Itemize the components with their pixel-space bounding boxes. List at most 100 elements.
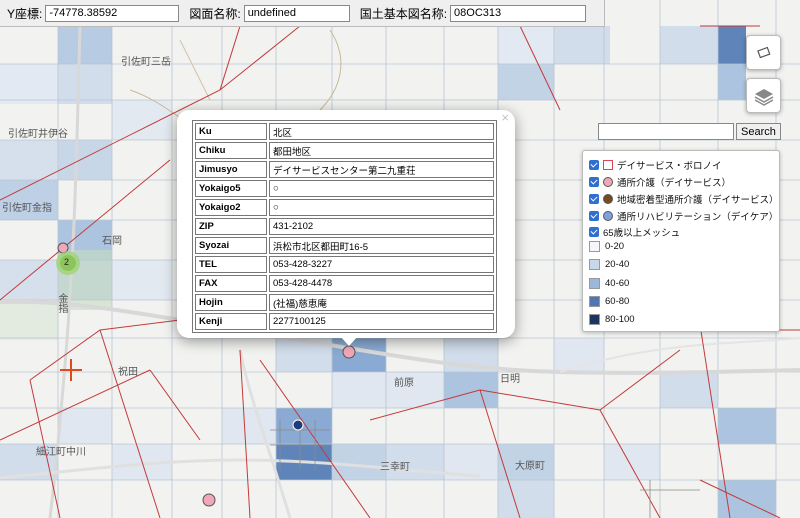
table-row: Kenji 2277100125 bbox=[195, 313, 494, 330]
map-label: 細江町中川 bbox=[36, 447, 86, 458]
field-key: ZIP bbox=[195, 218, 267, 235]
legend-checkbox[interactable] bbox=[589, 177, 599, 187]
field-value: 浜松市北区都田町16-5 bbox=[269, 237, 494, 254]
map-label: 引佐町金指 bbox=[2, 203, 52, 214]
map-name-input[interactable] bbox=[243, 4, 350, 22]
legend-label: デイサービス・ボロノイ bbox=[617, 161, 722, 172]
table-row: ZIP 431-2102 bbox=[195, 218, 494, 235]
legend-class-label: 80-100 bbox=[605, 314, 635, 325]
y-coord-input[interactable] bbox=[45, 4, 180, 22]
layer-legend: デイサービス・ボロノイ 通所介護（デイサービス） 地域密着型通所介護（デイサービ… bbox=[582, 150, 780, 332]
field-value: デイサービスセンター第二九重荘 bbox=[269, 161, 494, 178]
base-map-label: 国土基本図名称: bbox=[359, 6, 448, 21]
legend-class: 20-40 bbox=[589, 259, 629, 270]
table-row: Jimusyo デイサービスセンター第二九重荘 bbox=[195, 161, 494, 178]
field-value: 431-2102 bbox=[269, 218, 494, 235]
y-coord-label: Y座標: bbox=[7, 6, 43, 21]
field-key: Kenji bbox=[195, 313, 267, 330]
field-value: 北区 bbox=[269, 123, 494, 140]
legend-label: 通所リハビリテーション（デイケア） bbox=[617, 212, 779, 223]
map-label: 石岡 bbox=[102, 236, 122, 247]
field-key: Hojin bbox=[195, 294, 267, 311]
dayservice-marker[interactable] bbox=[342, 345, 356, 359]
field-value: ○ bbox=[269, 199, 494, 216]
field-value: 2277100125 bbox=[269, 313, 494, 330]
legend-checkbox[interactable] bbox=[589, 160, 599, 170]
field-key: Syozai bbox=[195, 237, 267, 254]
info-popup: × Ku 北区 Chiku 都田地区 Jimusyo デイサービスセンター第二九重荘 Yok… bbox=[177, 110, 515, 338]
close-icon[interactable]: × bbox=[501, 110, 509, 125]
legend-class-label: 0-20 bbox=[605, 241, 625, 252]
legend-label: 通所介護（デイサービス） bbox=[617, 178, 732, 189]
field-key: Ku bbox=[195, 123, 267, 140]
field-value: ○ bbox=[269, 180, 494, 197]
field-key: Yokaigo2 bbox=[195, 199, 267, 216]
map-label: 三幸町 bbox=[380, 462, 410, 473]
table-row: Yokaigo5 ○ bbox=[195, 180, 494, 197]
blue-circle-icon bbox=[603, 211, 613, 221]
class-swatch bbox=[589, 241, 600, 252]
legend-item-chiiki[interactable]: 地域密着型通所介護（デイサービス） bbox=[589, 192, 779, 206]
info-table: Ku 北区 Chiku 都田地区 Jimusyo デイサービスセンター第二九重荘 Yokai… bbox=[192, 120, 497, 333]
table-row: Yokaigo2 ○ bbox=[195, 199, 494, 216]
table-row: Syozai 浜松市北区都田町16-5 bbox=[195, 237, 494, 254]
class-swatch bbox=[589, 314, 600, 325]
legend-class: 60-80 bbox=[589, 296, 629, 307]
coordinate-bar: Y座標: 図面名称: 国土基本図名称: bbox=[0, 0, 605, 27]
table-row: TEL 053-428-3227 bbox=[195, 256, 494, 273]
map-label: 金指 bbox=[56, 293, 67, 313]
table-row: Chiku 都田地区 bbox=[195, 142, 494, 159]
legend-class-label: 40-60 bbox=[605, 278, 630, 289]
brown-circle-icon bbox=[603, 194, 613, 204]
field-key: TEL bbox=[195, 256, 267, 273]
search-button[interactable]: Search bbox=[736, 123, 781, 140]
legend-item-mesh[interactable]: 65歳以上メッシュ bbox=[589, 225, 680, 239]
map-label: 前原 bbox=[394, 378, 414, 389]
class-swatch bbox=[589, 296, 600, 307]
legend-checkbox[interactable] bbox=[589, 211, 599, 221]
legend-item-voronoi[interactable]: デイサービス・ボロノイ bbox=[589, 158, 722, 172]
field-key: Chiku bbox=[195, 142, 267, 159]
legend-class-label: 60-80 bbox=[605, 296, 630, 307]
legend-label: 65歳以上メッシュ bbox=[603, 228, 681, 239]
layers-button[interactable] bbox=[746, 78, 781, 113]
search-input[interactable] bbox=[598, 123, 734, 140]
field-value: 053-428-4478 bbox=[269, 275, 494, 292]
legend-class-label: 20-40 bbox=[605, 259, 630, 270]
ruler-button[interactable] bbox=[746, 35, 781, 70]
legend-class: 80-100 bbox=[589, 314, 635, 325]
dayservice-marker[interactable] bbox=[202, 493, 216, 507]
legend-label: 地域密着型通所介護（デイサービス） bbox=[617, 195, 779, 206]
table-row: Ku 北区 bbox=[195, 123, 494, 140]
map-label: 大原町 bbox=[515, 461, 545, 472]
pink-circle-icon bbox=[603, 177, 613, 187]
legend-class: 40-60 bbox=[589, 278, 629, 289]
search-box: Search bbox=[598, 123, 781, 140]
legend-class: 0-20 bbox=[589, 241, 624, 252]
legend-checkbox[interactable] bbox=[589, 194, 599, 204]
field-key: Yokaigo5 bbox=[195, 180, 267, 197]
legend-item-rehab[interactable]: 通所リハビリテーション（デイケア） bbox=[589, 209, 778, 223]
field-key: FAX bbox=[195, 275, 267, 292]
map-label: 日明 bbox=[500, 374, 520, 385]
dayservice-marker[interactable] bbox=[292, 419, 304, 431]
base-map-input[interactable] bbox=[450, 4, 587, 22]
popup-tip bbox=[340, 336, 358, 346]
map-label: 引佐町三岳 bbox=[121, 57, 171, 68]
ruler-icon bbox=[756, 46, 770, 58]
map-label: 引佐町井伊谷 bbox=[8, 129, 68, 140]
square-outline-icon bbox=[603, 160, 613, 170]
legend-checkbox[interactable] bbox=[589, 227, 599, 237]
legend-item-tsusho[interactable]: 通所介護（デイサービス） bbox=[589, 175, 731, 189]
map-name-label: 図面名称: bbox=[189, 6, 241, 21]
class-swatch bbox=[589, 259, 600, 270]
field-key: Jimusyo bbox=[195, 161, 267, 178]
map-label: 祝田 bbox=[118, 367, 138, 378]
cluster-count: 2 bbox=[64, 257, 70, 267]
table-row: Hojin (社福)慈恵庵 bbox=[195, 294, 494, 311]
layers-icon bbox=[754, 88, 773, 106]
table-row: FAX 053-428-4478 bbox=[195, 275, 494, 292]
field-value: 053-428-3227 bbox=[269, 256, 494, 273]
field-value: (社福)慈恵庵 bbox=[269, 294, 494, 311]
field-value: 都田地区 bbox=[269, 142, 494, 159]
